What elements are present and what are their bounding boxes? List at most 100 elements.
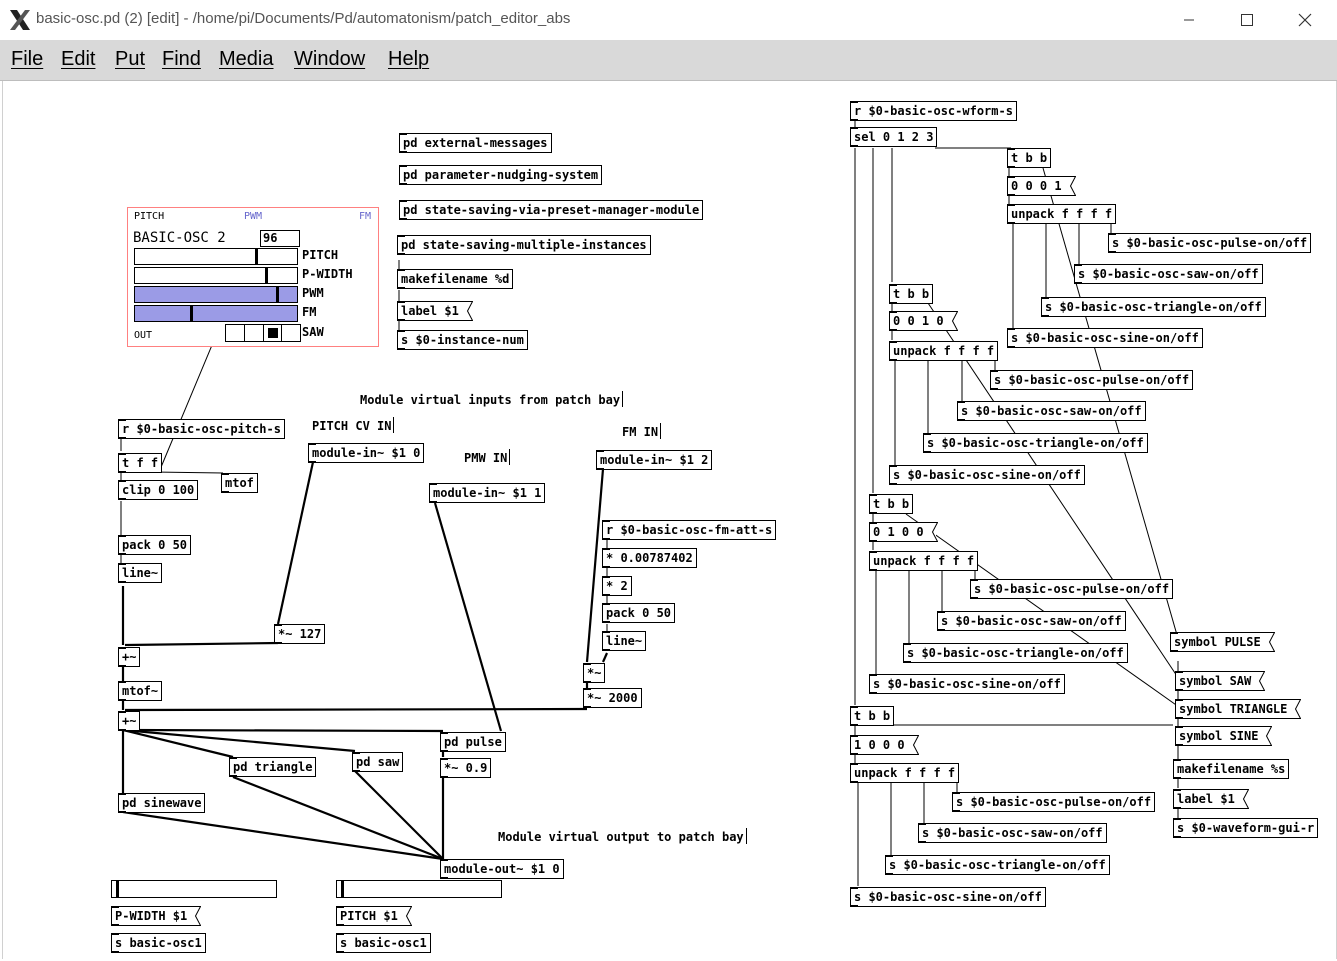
obj-send-triangle-2[interactable]: s $0-basic-osc-triangle-on/off <box>923 433 1148 453</box>
obj-makefilename-d[interactable]: makefilename %d <box>397 269 514 289</box>
obj-send-sine-1[interactable]: s $0-basic-osc-sine-on/off <box>1007 328 1203 348</box>
obj-multi-instance-saving[interactable]: pd state-saving-multiple-instances <box>397 235 651 255</box>
obj-unpack-4[interactable]: unpack f f f f <box>850 763 960 783</box>
close-button[interactable] <box>1282 6 1328 34</box>
msg-label-2-text: label $1 <box>1177 792 1235 806</box>
obj-send-instance-num[interactable]: s $0-instance-num <box>397 330 528 350</box>
gui-waveform-cell[interactable] <box>264 325 283 341</box>
obj-send-triangle-3[interactable]: s $0-basic-osc-triangle-on/off <box>903 643 1128 663</box>
obj-send-saw-4[interactable]: s $0-basic-osc-saw-on/off <box>918 823 1107 843</box>
obj-pd-saw[interactable]: pd saw <box>352 752 404 772</box>
obj-send-basic-osc1-a[interactable]: s basic-osc1 <box>111 933 206 953</box>
menu-file[interactable]: File <box>11 48 43 71</box>
patch-canvas[interactable]: PITCH PWM FM BASIC-OSC 2 96 PITCH P-WIDT… <box>2 81 1337 959</box>
menu-media[interactable]: Media <box>219 48 273 71</box>
obj-module-in-pwm[interactable]: module-in~ $1 1 <box>429 483 546 503</box>
msg-0010[interactable]: 0 0 1 0 <box>889 311 958 331</box>
obj-unpack-1[interactable]: unpack f f f f <box>1007 204 1117 224</box>
obj-send-sine-2[interactable]: s $0-basic-osc-sine-on/off <box>889 465 1085 485</box>
message-flag-icon <box>401 906 412 926</box>
obj-pd-pulse[interactable]: pd pulse <box>440 732 506 752</box>
obj-module-in-fm[interactable]: module-in~ $1 2 <box>596 450 713 470</box>
window-titlebar[interactable]: basic-osc.pd (2) [edit] - /home/pi/Docum… <box>0 0 1337 41</box>
obj-preset-saving[interactable]: pd state-saving-via-preset-manager-modul… <box>399 200 704 220</box>
obj-send-saw-1[interactable]: s $0-basic-osc-saw-on/off <box>1074 264 1263 284</box>
obj-trigger-bb-3[interactable]: t b b <box>869 494 914 514</box>
obj-mul-scale[interactable]: * 0.00787402 <box>602 548 697 568</box>
obj-line-pitch[interactable]: line~ <box>118 563 163 583</box>
msg-0001[interactable]: 0 0 0 1 <box>1007 176 1076 196</box>
obj-mul-09[interactable]: *~ 0.9 <box>440 758 492 778</box>
obj-pd-sinewave[interactable]: pd sinewave <box>118 793 206 813</box>
obj-trigger-bb-2[interactable]: t b b <box>889 284 934 304</box>
obj-send-sine-3[interactable]: s $0-basic-osc-sine-on/off <box>869 674 1065 694</box>
obj-pd-triangle[interactable]: pd triangle <box>229 757 317 777</box>
obj-line-fm[interactable]: line~ <box>602 631 647 651</box>
obj-send-sine-4[interactable]: s $0-basic-osc-sine-on/off <box>850 887 1046 907</box>
obj-trigger-bb-1[interactable]: t b b <box>1007 148 1052 168</box>
obj-pack-fm[interactable]: pack 0 50 <box>602 603 676 623</box>
gui-pwidth-slider[interactable] <box>134 267 298 284</box>
obj-send-pulse-4[interactable]: s $0-basic-osc-pulse-on/off <box>952 792 1156 812</box>
obj-mul-2000[interactable]: *~ 2000 <box>583 688 642 708</box>
gui-pitch-slider[interactable] <box>134 248 298 265</box>
gui-fm-slider[interactable] <box>134 305 298 322</box>
msg-pitch[interactable]: PITCH $1 <box>336 906 412 926</box>
maximize-button[interactable] <box>1224 6 1270 34</box>
pwidth-slider[interactable] <box>111 880 277 898</box>
msg-label-2[interactable]: label $1 <box>1173 789 1249 809</box>
msg-pwidth[interactable]: P-WIDTH $1 <box>111 906 202 926</box>
msg-symbol-pulse[interactable]: symbol PULSE <box>1170 632 1275 652</box>
msg-symbol-triangle[interactable]: symbol TRIANGLE <box>1175 699 1302 719</box>
msg-0100[interactable]: 0 1 0 0 <box>869 522 938 542</box>
obj-external-messages[interactable]: pd external-messages <box>399 133 552 153</box>
obj-send-saw-3[interactable]: s $0-basic-osc-saw-on/off <box>937 611 1126 631</box>
obj-mul-127[interactable]: *~ 127 <box>274 624 326 644</box>
obj-unpack-3[interactable]: unpack f f f f <box>869 551 979 571</box>
obj-unpack-2[interactable]: unpack f f f f <box>889 341 999 361</box>
obj-trigger-bb-4[interactable]: t b b <box>850 706 895 726</box>
obj-mul-sig[interactable]: *~ <box>583 663 606 683</box>
obj-send-basic-osc1-b[interactable]: s basic-osc1 <box>336 933 431 953</box>
obj-send-pulse-1[interactable]: s $0-basic-osc-pulse-on/off <box>1108 233 1312 253</box>
obj-add-sig-2[interactable]: +~ <box>118 711 141 731</box>
obj-send-pulse-3[interactable]: s $0-basic-osc-pulse-on/off <box>970 579 1174 599</box>
msg-symbol-saw[interactable]: symbol SAW <box>1175 671 1266 691</box>
obj-receive-fm-att[interactable]: r $0-basic-osc-fm-att-s <box>602 520 777 540</box>
gui-number-box[interactable]: 96 <box>260 230 300 247</box>
obj-pack-pitch[interactable]: pack 0 50 <box>118 535 192 555</box>
obj-mtof[interactable]: mtof <box>221 473 258 493</box>
obj-module-in-pitch[interactable]: module-in~ $1 0 <box>308 443 425 463</box>
obj-receive-wform[interactable]: r $0-basic-osc-wform-s <box>850 101 1017 121</box>
obj-parameter-nudging[interactable]: pd parameter-nudging-system <box>399 165 603 185</box>
pitch-slider[interactable] <box>336 880 502 898</box>
menu-edit[interactable]: Edit <box>61 48 95 71</box>
gui-waveform-cell[interactable] <box>245 325 264 341</box>
obj-send-pulse-2[interactable]: s $0-basic-osc-pulse-on/off <box>990 370 1194 390</box>
menu-window[interactable]: Window <box>294 48 365 71</box>
msg-symbol-sine[interactable]: symbol SINE <box>1175 726 1273 746</box>
obj-send-triangle-4[interactable]: s $0-basic-osc-triangle-on/off <box>885 855 1110 875</box>
gui-waveform-cell[interactable] <box>226 325 245 341</box>
obj-sel[interactable]: sel 0 1 2 3 <box>850 127 938 147</box>
gui-waveform-selector[interactable] <box>225 324 301 342</box>
obj-send-triangle-1[interactable]: s $0-basic-osc-triangle-on/off <box>1041 297 1266 317</box>
msg-1000[interactable]: 1 0 0 0 <box>850 735 919 755</box>
obj-mtof-sig[interactable]: mtof~ <box>118 681 163 701</box>
obj-clip[interactable]: clip 0 100 <box>118 480 199 500</box>
obj-mul-2[interactable]: * 2 <box>602 576 632 596</box>
obj-add-sig-1[interactable]: +~ <box>118 647 141 667</box>
menu-put[interactable]: Put <box>115 48 145 71</box>
gui-waveform-cell[interactable] <box>282 325 300 341</box>
obj-send-waveform-gui[interactable]: s $0-waveform-gui-r <box>1173 818 1319 838</box>
minimize-button[interactable] <box>1166 6 1212 34</box>
msg-label[interactable]: label $1 <box>397 301 473 321</box>
menu-find[interactable]: Find <box>162 48 201 71</box>
obj-send-saw-2[interactable]: s $0-basic-osc-saw-on/off <box>957 401 1146 421</box>
obj-trigger-ff[interactable]: t f f <box>118 453 163 473</box>
obj-receive-pitch[interactable]: r $0-basic-osc-pitch-s <box>118 419 285 439</box>
obj-module-out[interactable]: module-out~ $1 0 <box>440 859 564 879</box>
gui-pwm-slider[interactable] <box>134 286 298 303</box>
obj-makefilename-s[interactable]: makefilename %s <box>1173 759 1290 779</box>
menu-help[interactable]: Help <box>388 48 429 71</box>
